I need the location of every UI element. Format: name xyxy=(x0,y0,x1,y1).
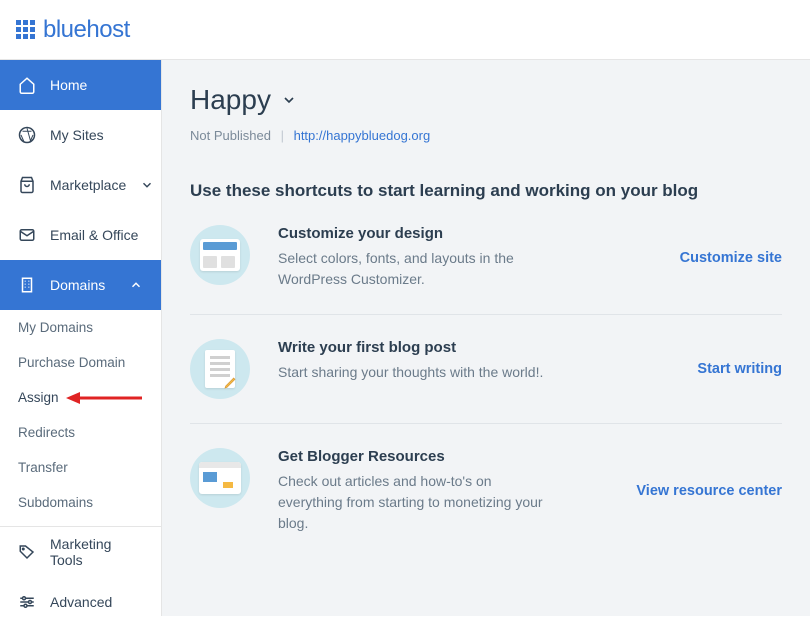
sliders-icon xyxy=(18,593,36,611)
sidebar-subitem-subdomains[interactable]: Subdomains xyxy=(0,485,161,520)
shortcut-customize: Customize your design Select colors, fon… xyxy=(190,201,782,315)
shortcut-title: Get Blogger Resources xyxy=(278,448,558,465)
start-writing-link[interactable]: Start writing xyxy=(697,361,782,377)
bag-icon xyxy=(18,176,36,194)
sidebar-item-advanced[interactable]: Advanced xyxy=(0,577,161,627)
shortcut-resources: Get Blogger Resources Check out articles… xyxy=(190,424,782,558)
sidebar-item-label: Advanced xyxy=(50,594,112,610)
building-icon xyxy=(18,276,36,294)
site-title-dropdown[interactable]: Happy xyxy=(190,84,782,116)
annotation-arrow-icon xyxy=(64,388,144,408)
chevron-down-icon xyxy=(140,178,154,192)
shortcut-desc: Start sharing your thoughts with the wor… xyxy=(278,362,558,383)
chevron-down-icon xyxy=(281,92,297,108)
main-content: Happy Not Published | http://happybluedo… xyxy=(162,60,810,616)
site-title: Happy xyxy=(190,84,271,116)
write-icon xyxy=(190,339,250,399)
chevron-up-icon xyxy=(129,278,143,292)
publish-status: Not Published xyxy=(190,128,271,143)
sidebar-item-mysites[interactable]: My Sites xyxy=(0,110,161,160)
sidebar-item-email[interactable]: Email & Office xyxy=(0,210,161,260)
brand-name: bluehost xyxy=(43,16,130,44)
sidebar-item-marketing[interactable]: Marketing Tools xyxy=(0,527,161,577)
shortcut-write: Write your first blog post Start sharing… xyxy=(190,315,782,424)
home-icon xyxy=(18,76,36,94)
sidebar-item-label: Marketing Tools xyxy=(50,536,143,568)
site-url-link[interactable]: http://happybluedog.org xyxy=(294,128,431,143)
sidebar-item-home[interactable]: Home xyxy=(0,60,161,110)
mail-icon xyxy=(18,226,36,244)
sidebar-item-domains[interactable]: Domains xyxy=(0,260,161,310)
sidebar-subitem-assign[interactable]: Assign xyxy=(0,380,161,415)
resources-icon xyxy=(190,448,250,508)
sidebar-subitem-purchase[interactable]: Purchase Domain xyxy=(0,345,161,380)
shortcut-desc: Select colors, fonts, and layouts in the… xyxy=(278,248,558,290)
shortcut-title: Write your first blog post xyxy=(278,339,558,356)
tag-icon xyxy=(18,543,36,561)
resource-center-link[interactable]: View resource center xyxy=(636,483,782,499)
customize-site-link[interactable]: Customize site xyxy=(680,250,782,266)
sidebar-subitem-mydomains[interactable]: My Domains xyxy=(0,310,161,345)
sidebar-subitem-redirects[interactable]: Redirects xyxy=(0,415,161,450)
sidebar-item-label: Home xyxy=(50,77,87,93)
sidebar-subitem-transfer[interactable]: Transfer xyxy=(0,450,161,485)
sidebar-item-label: My Sites xyxy=(50,127,104,143)
sidebar-item-label: Marketplace xyxy=(50,177,126,193)
sidebar: Home My Sites Marketplace Email & Office… xyxy=(0,60,162,616)
grid-icon xyxy=(16,20,35,39)
customize-icon xyxy=(190,225,250,285)
shortcut-title: Customize your design xyxy=(278,225,558,242)
shortcuts-heading: Use these shortcuts to start learning an… xyxy=(190,181,782,201)
sidebar-item-marketplace[interactable]: Marketplace xyxy=(0,160,161,210)
site-meta: Not Published | http://happybluedog.org xyxy=(190,128,782,143)
brand-logo[interactable]: bluehost xyxy=(16,16,130,44)
sidebar-item-label: Email & Office xyxy=(50,227,138,243)
app-header: bluehost xyxy=(0,0,810,60)
wordpress-icon xyxy=(18,126,36,144)
sidebar-item-label: Domains xyxy=(50,277,105,293)
shortcut-desc: Check out articles and how-to's on every… xyxy=(278,471,558,534)
